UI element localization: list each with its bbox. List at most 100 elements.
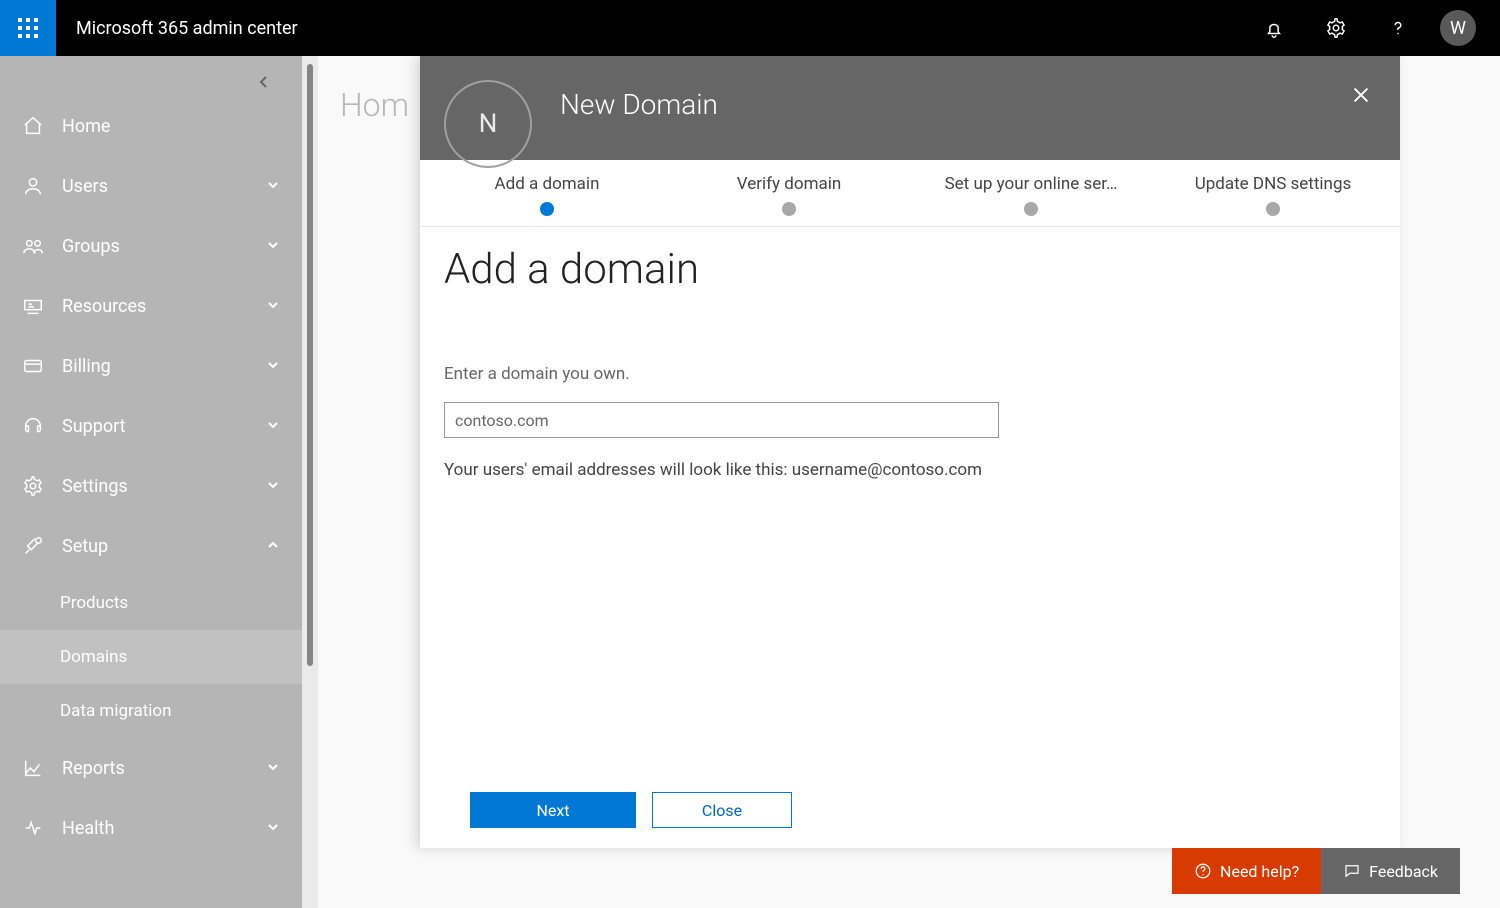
notifications-button[interactable] [1254, 8, 1294, 48]
sidebar-item-settings[interactable]: Settings [0, 456, 302, 516]
feedback-button[interactable]: Feedback [1321, 848, 1460, 894]
help-circle-icon [1194, 862, 1212, 880]
app-header: Microsoft 365 admin center W [0, 0, 1500, 56]
panel-body: Add a domain Enter a domain you own. You… [420, 227, 1400, 776]
chevron-down-icon [266, 236, 280, 257]
resources-icon [18, 295, 48, 317]
step-dot-icon [1266, 202, 1280, 216]
sidebar-item-resources[interactable]: Resources [0, 276, 302, 336]
scrollbar-thumb[interactable] [307, 64, 313, 666]
sidebar-item-home[interactable]: Home [0, 96, 302, 156]
sidebar-item-label: Settings [62, 476, 128, 497]
chevron-up-icon [266, 536, 280, 557]
wizard-step-setup-services[interactable]: Set up your online ser… [936, 174, 1126, 216]
chevron-down-icon [266, 758, 280, 779]
chevron-down-icon [266, 296, 280, 317]
gear-icon [1325, 17, 1347, 39]
button-label: Need help? [1220, 862, 1299, 881]
step-dot-icon [540, 202, 554, 216]
chevron-down-icon [266, 176, 280, 197]
step-label: Set up your online ser… [945, 174, 1118, 194]
chevron-left-icon [257, 75, 271, 89]
sidebar-item-label: Reports [62, 758, 125, 779]
sidebar-subitem-products[interactable]: Products [0, 576, 302, 630]
home-icon [18, 115, 48, 137]
breadcrumb: Hom [340, 56, 409, 124]
panel-header: N New Domain [420, 56, 1400, 160]
chevron-down-icon [266, 356, 280, 377]
sidebar-item-label: Domains [60, 647, 127, 667]
step-label: Verify domain [737, 174, 842, 194]
step-label: Update DNS settings [1195, 174, 1352, 194]
help-button[interactable] [1378, 8, 1418, 48]
panel-avatar: N [444, 80, 532, 168]
step-dot-icon [1024, 202, 1038, 216]
wizard-steps: Add a domain Verify domain Set up your o… [420, 160, 1400, 227]
sidebar-item-groups[interactable]: Groups [0, 216, 302, 276]
email-hint: Your users' email addresses will look li… [444, 460, 1376, 480]
assist-bar: Need help? Feedback [1172, 848, 1460, 894]
sidebar-item-label: Health [62, 818, 114, 839]
sidebar-item-label: Billing [62, 356, 111, 377]
help-icon [1387, 17, 1409, 39]
waffle-icon [18, 18, 38, 38]
wizard-step-add-domain[interactable]: Add a domain [452, 174, 642, 216]
feedback-icon [1343, 862, 1361, 880]
panel-title: New Domain [560, 88, 718, 121]
sidebar-item-health[interactable]: Health [0, 798, 302, 858]
sidebar-item-label: Resources [62, 296, 146, 317]
step-dot-icon [782, 202, 796, 216]
sidebar-item-setup[interactable]: Setup [0, 516, 302, 576]
sidebar-item-reports[interactable]: Reports [0, 738, 302, 798]
breadcrumb-text: Hom [340, 86, 409, 124]
sidebar-item-label: Support [62, 416, 126, 437]
button-label: Next [536, 801, 569, 820]
wizard-step-update-dns[interactable]: Update DNS settings [1178, 174, 1368, 216]
new-domain-panel: N New Domain Add a domain Verify domain … [420, 56, 1400, 848]
panel-footer: Next Close [420, 776, 1400, 848]
groups-icon [18, 235, 48, 257]
sidebar-item-users[interactable]: Users [0, 156, 302, 216]
health-icon [18, 817, 48, 839]
close-button[interactable]: Close [652, 792, 792, 828]
next-button[interactable]: Next [470, 792, 636, 828]
sidebar-item-label: Home [62, 116, 110, 137]
billing-icon [18, 355, 48, 377]
setup-icon [18, 535, 48, 557]
support-icon [18, 415, 48, 437]
sidebar-scrollbar[interactable] [302, 56, 318, 908]
sidebar: Home Users Groups Resources Billing Supp… [0, 56, 302, 908]
user-icon [18, 175, 48, 197]
need-help-button[interactable]: Need help? [1172, 848, 1321, 894]
sidebar-item-label: Groups [62, 236, 120, 257]
domain-input[interactable] [444, 402, 999, 438]
chevron-down-icon [266, 818, 280, 839]
wizard-step-verify-domain[interactable]: Verify domain [694, 174, 884, 216]
sidebar-subitem-data-migration[interactable]: Data migration [0, 684, 302, 738]
sidebar-subitem-domains[interactable]: Domains [0, 630, 302, 684]
page-heading: Add a domain [444, 245, 1376, 294]
step-label: Add a domain [495, 174, 600, 194]
bell-icon [1263, 17, 1285, 39]
gear-icon [18, 475, 48, 497]
button-label: Close [702, 801, 742, 820]
sidebar-collapse-button[interactable] [250, 68, 278, 96]
sidebar-item-billing[interactable]: Billing [0, 336, 302, 396]
settings-button[interactable] [1316, 8, 1356, 48]
panel-avatar-letter: N [479, 109, 498, 139]
avatar-initial: W [1450, 18, 1466, 39]
sidebar-item-support[interactable]: Support [0, 396, 302, 456]
reports-icon [18, 757, 48, 779]
user-avatar[interactable]: W [1440, 10, 1476, 46]
panel-close-button[interactable] [1350, 84, 1372, 110]
sidebar-item-label: Users [62, 176, 108, 197]
chevron-down-icon [266, 476, 280, 497]
app-launcher-button[interactable] [0, 0, 56, 56]
chevron-down-icon [266, 416, 280, 437]
page-subtext: Enter a domain you own. [444, 364, 1376, 384]
button-label: Feedback [1369, 862, 1438, 881]
sidebar-item-label: Setup [62, 536, 108, 557]
app-title: Microsoft 365 admin center [56, 18, 298, 39]
sidebar-item-label: Data migration [60, 701, 171, 721]
close-icon [1350, 84, 1372, 106]
